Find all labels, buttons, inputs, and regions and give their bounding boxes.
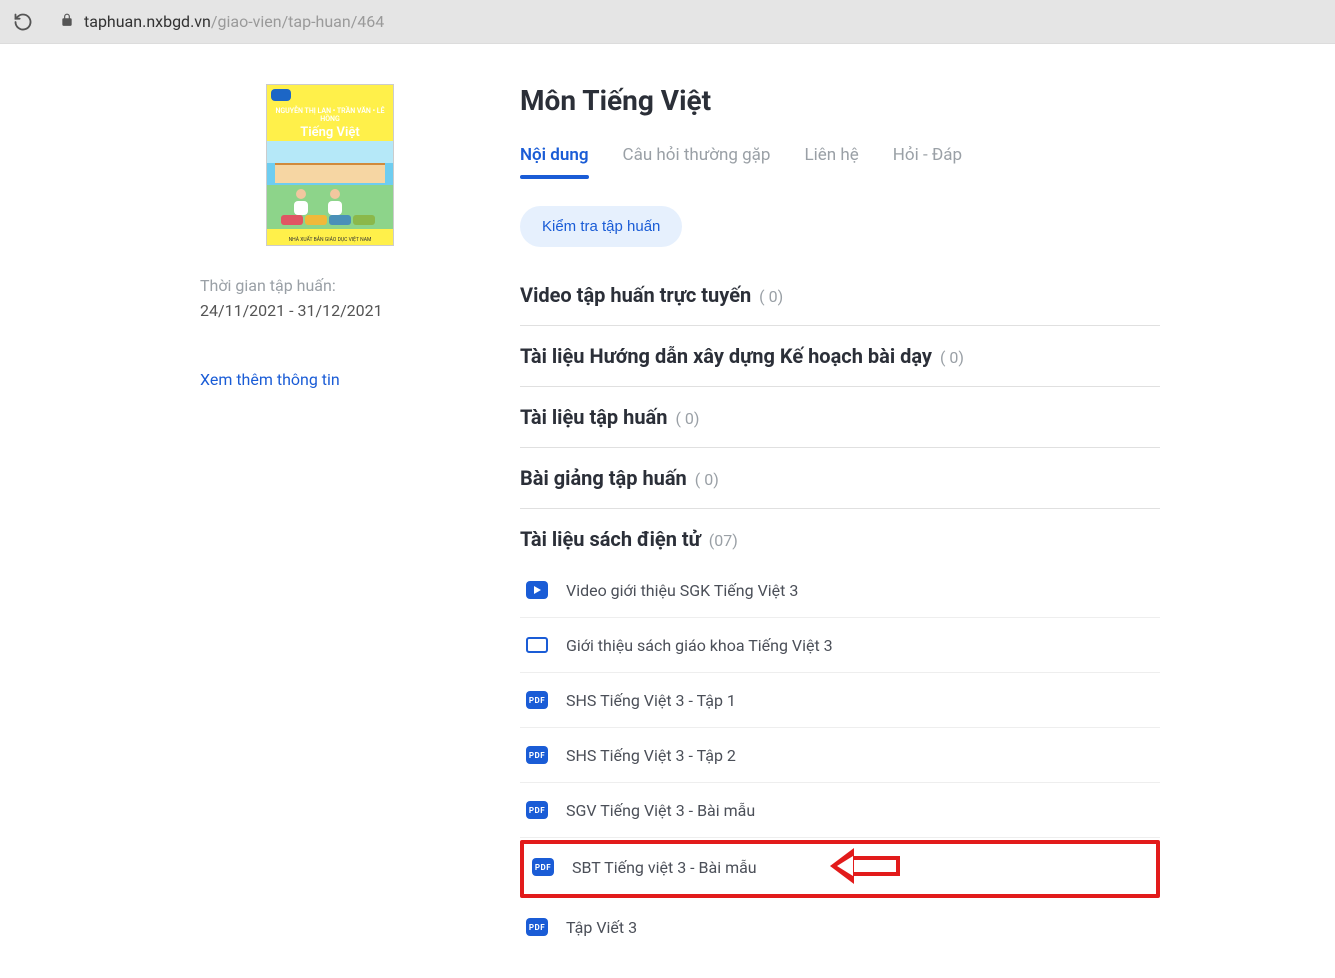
screen-icon	[526, 637, 548, 653]
tab-qa[interactable]: Hỏi - Đáp	[893, 145, 962, 177]
lock-icon	[60, 12, 74, 31]
pdf-icon: PDF	[526, 746, 548, 764]
doc-item-shs-tap1[interactable]: PDF SHS Tiếng Việt 3 - Tập 1	[520, 673, 1160, 728]
doc-item-shs-tap2[interactable]: PDF SHS Tiếng Việt 3 - Tập 2	[520, 728, 1160, 783]
reload-icon[interactable]	[12, 11, 34, 33]
pdf-icon: PDF	[532, 858, 554, 876]
doc-item-tapviet3[interactable]: PDF Tập Viết 3	[520, 900, 1160, 954]
tab-bar: Nội dung Câu hỏi thường gặp Liên hệ Hỏi …	[520, 145, 1160, 178]
section-video[interactable]: Video tập huấn trực tuyến ( 0)	[520, 265, 1160, 326]
section-ebooks: Tài liệu sách điện tử (07) Video giới th…	[520, 509, 1160, 972]
url-text: taphuan.nxbgd.vn/giao-vien/tap-huan/464	[84, 12, 384, 31]
doc-item-sgv-baimau[interactable]: PDF SGV Tiếng Việt 3 - Bài mẫu	[520, 783, 1160, 838]
section-lectures[interactable]: Bài giảng tập huấn ( 0)	[520, 448, 1160, 509]
tab-faq[interactable]: Câu hỏi thường gặp	[623, 145, 771, 177]
training-date-range: 24/11/2021 - 31/12/2021	[200, 301, 460, 320]
play-icon	[526, 581, 548, 599]
section-guide[interactable]: Tài liệu Hướng dẫn xây dựng Kế hoạch bài…	[520, 326, 1160, 387]
page-title: Môn Tiếng Việt	[520, 84, 1160, 117]
training-time-label: Thời gian tập huấn:	[200, 276, 460, 295]
book-cover[interactable]: NGUYỄN THỊ LAN • TRẦN VĂN • LÊ HỒNG Tiến…	[266, 84, 394, 246]
section-materials[interactable]: Tài liệu tập huấn ( 0)	[520, 387, 1160, 448]
check-training-button[interactable]: Kiểm tra tập huấn	[520, 206, 682, 247]
arrow-annotation-icon	[830, 848, 900, 884]
pdf-icon: PDF	[526, 691, 548, 709]
browser-address-bar: taphuan.nxbgd.vn/giao-vien/tap-huan/464	[0, 0, 1335, 44]
pdf-icon: PDF	[526, 801, 548, 819]
doc-item-intro-sgk[interactable]: Giới thiệu sách giáo khoa Tiếng Việt 3	[520, 618, 1160, 673]
tab-contact[interactable]: Liên hệ	[804, 145, 858, 177]
url-field[interactable]: taphuan.nxbgd.vn/giao-vien/tap-huan/464	[48, 7, 1323, 37]
sidebar: NGUYỄN THỊ LAN • TRẦN VĂN • LÊ HỒNG Tiến…	[200, 84, 460, 972]
more-info-link[interactable]: Xem thêm thông tin	[200, 370, 460, 389]
doc-item-video-intro[interactable]: Video giới thiệu SGK Tiếng Việt 3	[520, 563, 1160, 618]
publisher-logo-icon	[271, 89, 291, 101]
main-content: Môn Tiếng Việt Nội dung Câu hỏi thường g…	[520, 84, 1160, 972]
pdf-icon: PDF	[526, 918, 548, 936]
tab-content[interactable]: Nội dung	[520, 145, 589, 177]
